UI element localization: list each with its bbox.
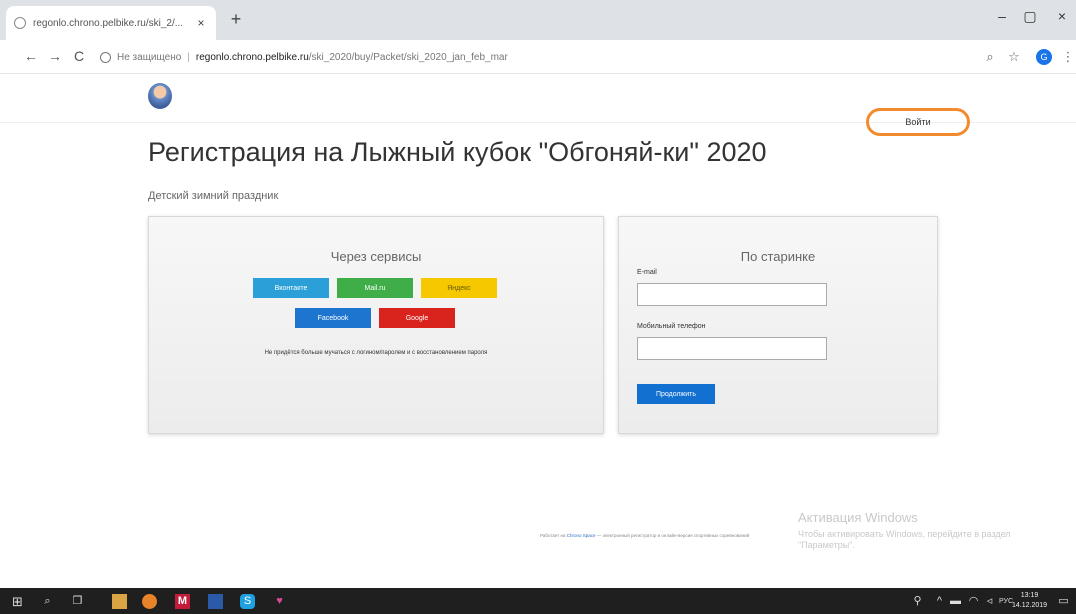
- tab-close-icon[interactable]: ×: [194, 16, 208, 30]
- clock-time: 13:19: [1020, 592, 1039, 599]
- browser-toolbar: ← → C Не защищено | regonlo.chrono.pelbi…: [0, 40, 1076, 74]
- globe-icon: [14, 17, 26, 29]
- phone-label: Мобильный телефон: [637, 323, 706, 330]
- notifications-icon[interactable]: ▭: [1056, 594, 1071, 609]
- browser-tab-bar: regonlo.chrono.pelbike.ru/ski_2/... × + …: [0, 0, 1076, 40]
- page-subtitle: Детский зимний праздник: [148, 190, 279, 202]
- reload-button[interactable]: C: [70, 48, 88, 64]
- browser-tab[interactable]: regonlo.chrono.pelbike.ru/ski_2/... ×: [6, 6, 216, 40]
- footer-rest: — электронный регистратор и онлайн-верси…: [596, 533, 750, 538]
- services-note: Не придётся больше мучаться с логином/па…: [264, 350, 488, 356]
- email-label: E-mail: [637, 269, 657, 276]
- page-title: Регистрация на Лыжный кубок "Обгоняй-ки"…: [148, 137, 767, 167]
- back-button[interactable]: ←: [22, 48, 40, 64]
- windows-activation-watermark: Активация Windows Чтобы активировать Win…: [798, 510, 1068, 551]
- footer-link[interactable]: Chrono Space: [567, 533, 596, 538]
- continue-button[interactable]: Продолжить: [637, 384, 715, 404]
- search-icon[interactable]: ⌕: [982, 49, 998, 65]
- windows-activation-title: Активация Windows: [798, 510, 918, 525]
- word-app-icon[interactable]: [208, 594, 223, 609]
- footer-prefix: Работает на: [540, 533, 566, 538]
- windows-start-icon[interactable]: ⊞: [10, 594, 25, 609]
- profile-avatar[interactable]: G: [1036, 49, 1052, 65]
- forward-button[interactable]: →: [46, 48, 64, 64]
- maximize-button[interactable]: ▢: [1020, 8, 1040, 25]
- search-icon[interactable]: ⌕: [40, 594, 55, 609]
- info-icon[interactable]: [100, 51, 111, 63]
- site-logo[interactable]: [148, 83, 172, 109]
- security-label: Не защищено: [117, 51, 182, 63]
- address-separator: |: [187, 51, 190, 63]
- taskbar-clock[interactable]: 13:19 14.12.2019: [1012, 591, 1047, 611]
- minimize-button[interactable]: –: [992, 8, 1012, 24]
- close-window-button[interactable]: ×: [1052, 8, 1072, 24]
- battery-icon[interactable]: ▬: [948, 594, 963, 609]
- windows-activation-text: Чтобы активировать Windows, перейдите в …: [798, 529, 1011, 550]
- wifi-icon[interactable]: ◠: [966, 594, 981, 609]
- browser-app-icon[interactable]: [142, 594, 157, 609]
- skype-icon[interactable]: S: [240, 594, 255, 609]
- yandex-login-button[interactable]: Яндекс: [421, 278, 497, 298]
- tray-chevron-icon[interactable]: ^: [932, 594, 947, 609]
- url-host: regonlo.chrono.pelbike.ru: [195, 51, 309, 63]
- windows-taskbar: ⊞ ⌕ ❐ M S ♥ ⚲ ^ ▬ ◠ ◃ РУС 13:19 14.12.20…: [0, 588, 1076, 614]
- file-explorer-icon[interactable]: [112, 594, 127, 609]
- email-field[interactable]: [637, 283, 827, 306]
- clock-date: 14.12.2019: [1012, 602, 1048, 609]
- mail-app-icon[interactable]: M: [175, 594, 190, 609]
- facebook-login-button[interactable]: Facebook: [295, 308, 371, 328]
- login-highlight: Войти: [866, 108, 970, 136]
- map-pin-icon[interactable]: ♥: [272, 594, 287, 609]
- new-tab-button[interactable]: +: [226, 10, 246, 28]
- services-panel-title: Через сервисы: [330, 249, 422, 264]
- google-login-button[interactable]: Google: [379, 308, 455, 328]
- classic-login-panel: По старинке E-mail Мобильный телефон Про…: [618, 216, 938, 434]
- url-path: /ski_2020/buy/Packet/ski_2020_jan_feb_ma…: [308, 51, 508, 63]
- login-button[interactable]: Войти: [905, 117, 930, 127]
- services-panel: Через сервисы Вконтакте Mail.ru Яндекс F…: [148, 216, 604, 434]
- people-icon[interactable]: ⚲: [910, 594, 925, 609]
- menu-icon[interactable]: ⋮: [1060, 49, 1076, 65]
- vk-login-button[interactable]: Вконтакте: [253, 278, 329, 298]
- address-bar[interactable]: Не защищено | regonlo.chrono.pelbike.ru …: [100, 46, 970, 68]
- bookmark-star-icon[interactable]: ☆: [1006, 49, 1022, 65]
- classic-panel-title: По старинке: [740, 249, 816, 264]
- task-view-icon[interactable]: ❐: [70, 594, 85, 609]
- phone-field[interactable]: [637, 337, 827, 360]
- tab-title: regonlo.chrono.pelbike.ru/ski_2/...: [33, 17, 184, 29]
- footer-note: Работает на Chrono Space — электронный р…: [540, 533, 749, 538]
- mailru-login-button[interactable]: Mail.ru: [337, 278, 413, 298]
